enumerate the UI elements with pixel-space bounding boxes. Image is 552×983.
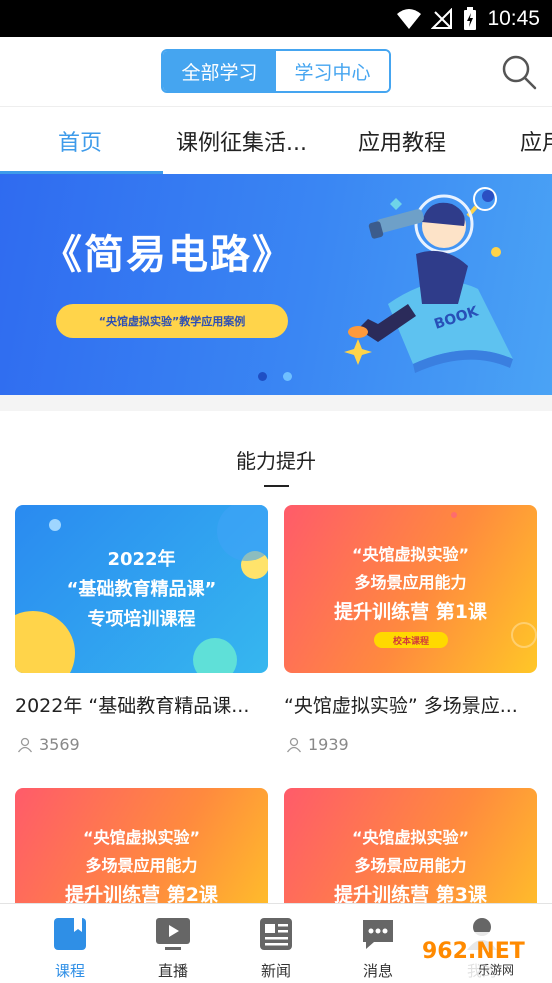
nav-live[interactable]: 直播 — [123, 904, 223, 983]
view-count: 3569 — [17, 735, 80, 754]
course-thumbnail[interactable]: “央馆虚拟实验” 多场景应用能力 提升训练营 第1课 校本课程 — [284, 505, 537, 673]
learning-segment-control: 全部学习 学习中心 — [161, 49, 391, 93]
course-card[interactable]: “央馆虚拟实验” 多场景应用能力 提升训练营 第2课 — [15, 788, 268, 956]
section-title-underline — [264, 485, 289, 487]
banner-subtitle: “央馆虚拟实验”教学应用案例 — [56, 304, 288, 338]
segment-learning-center[interactable]: 学习中心 — [276, 51, 389, 91]
thumb-line-2: “基础教育精品课” — [66, 579, 217, 600]
tab-case-collection[interactable]: 课例征集活... — [176, 107, 307, 174]
wifi-icon — [397, 8, 422, 29]
message-icon — [363, 920, 393, 949]
user-icon — [286, 737, 302, 752]
thumb-line-3: 专项培训课程 — [87, 609, 196, 630]
thumb-line-1: 2022年 — [107, 549, 176, 570]
course-title[interactable]: 2022年 “基础教育精品课... — [15, 691, 273, 718]
segment-all-learning[interactable]: 全部学习 — [163, 51, 276, 91]
top-bar: 全部学习 学习中心 — [0, 37, 552, 106]
thumb-line-3: 提升训练营 第1课 — [334, 601, 487, 623]
status-bar: 10:45 — [0, 0, 552, 37]
category-tabs: 首页 课例征集活... 应用教程 应用 — [0, 106, 552, 174]
live-icon — [156, 918, 190, 950]
reading-astronaut-illustration: BOOK — [344, 187, 513, 373]
carousel-dots — [258, 372, 292, 381]
course-card[interactable]: “央馆虚拟实验” 多场景应用能力 提升训练营 第3课 — [284, 788, 537, 956]
section-title: 能力提升 — [236, 449, 316, 473]
thumb-line-1: “央馆虚拟实验” — [351, 828, 470, 847]
status-time: 10:45 — [487, 6, 540, 30]
carousel-dot[interactable] — [258, 372, 267, 381]
nav-news-label: 新闻 — [260, 962, 291, 980]
view-count-value: 1939 — [308, 735, 349, 754]
watermark-text: 962.NET — [422, 939, 525, 964]
thumb-line-1: “央馆虚拟实验” — [82, 828, 201, 847]
user-icon — [17, 737, 33, 752]
banner-carousel[interactable]: 《简易电路》 “央馆虚拟实验”教学应用案例 BOOK — [0, 174, 552, 395]
book-icon — [54, 918, 86, 950]
course-card[interactable]: 2022年 “基础教育精品课” 专项培训课程 2022年 “基础教育精品课...… — [15, 505, 268, 765]
course-title[interactable]: “央馆虚拟实验” 多场景应... — [284, 691, 542, 718]
news-icon — [260, 918, 292, 950]
thumb-line-2: 多场景应用能力 — [354, 573, 467, 592]
nav-courses-label: 课程 — [54, 962, 85, 980]
nav-courses[interactable]: 课程 — [20, 904, 120, 983]
site-watermark-logo: 962.NET 乐游网 — [414, 932, 550, 978]
view-count-value: 3569 — [39, 735, 80, 754]
thumb-line-2: 多场景应用能力 — [354, 856, 467, 875]
tab-application[interactable]: 应用 — [520, 107, 552, 174]
tab-app-tutorial[interactable]: 应用教程 — [358, 107, 446, 174]
school-course-badge: 校本课程 — [374, 632, 448, 648]
search-icon[interactable] — [500, 53, 538, 91]
thumb-line-2: 多场景应用能力 — [85, 856, 198, 875]
course-thumbnail[interactable]: 2022年 “基础教育精品课” 专项培训课程 — [15, 505, 268, 673]
course-card[interactable]: “央馆虚拟实验” 多场景应用能力 提升训练营 第1课 校本课程 “央馆虚拟实验”… — [284, 505, 537, 765]
carousel-dot-active[interactable] — [283, 372, 292, 381]
battery-charging-icon — [464, 6, 477, 30]
ability-section: 能力提升 2022年 “基础教育精品课” 专项培训课程 2022年 “基础教育精… — [0, 411, 552, 983]
thumb-line-1: “央馆虚拟实验” — [351, 545, 470, 564]
tab-home[interactable]: 首页 — [58, 107, 102, 174]
nav-live-label: 直播 — [157, 962, 188, 980]
watermark-subtext: 乐游网 — [478, 963, 514, 977]
banner-title: 《简易电路》 — [42, 232, 294, 278]
nav-news[interactable]: 新闻 — [226, 904, 326, 983]
view-count: 1939 — [286, 735, 349, 754]
no-signal-icon — [431, 7, 453, 29]
